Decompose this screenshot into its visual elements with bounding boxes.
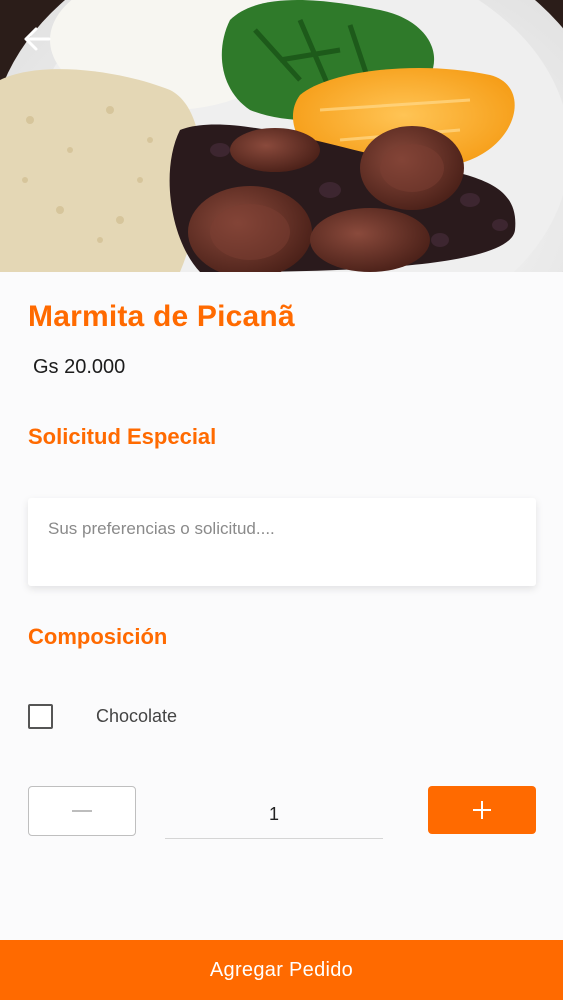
product-image [0,0,563,272]
composition-title: Composición [28,624,168,649]
composition-option-label: Chocolate [96,706,178,726]
composition-option[interactable]: Chocolate [28,704,328,730]
product-title: Marmita de Picanã [28,300,295,333]
special-request-title: Solicitud Especial [28,424,217,449]
decrement-button[interactable] [28,786,136,836]
special-request-input[interactable] [28,498,536,586]
back-arrow-icon[interactable] [22,26,52,52]
composition-checkbox[interactable] [28,704,53,729]
plus-icon [473,801,491,819]
minus-icon [72,810,92,812]
increment-button[interactable] [428,786,536,834]
add-order-button[interactable]: Agregar Pedido [0,940,563,1000]
quantity-field[interactable]: 1 [165,790,383,839]
quantity-value: 1 [268,803,279,824]
special-request-card [28,498,536,586]
product-price: Gs 20.000 [33,356,126,378]
add-order-label: Agregar Pedido [209,958,354,981]
